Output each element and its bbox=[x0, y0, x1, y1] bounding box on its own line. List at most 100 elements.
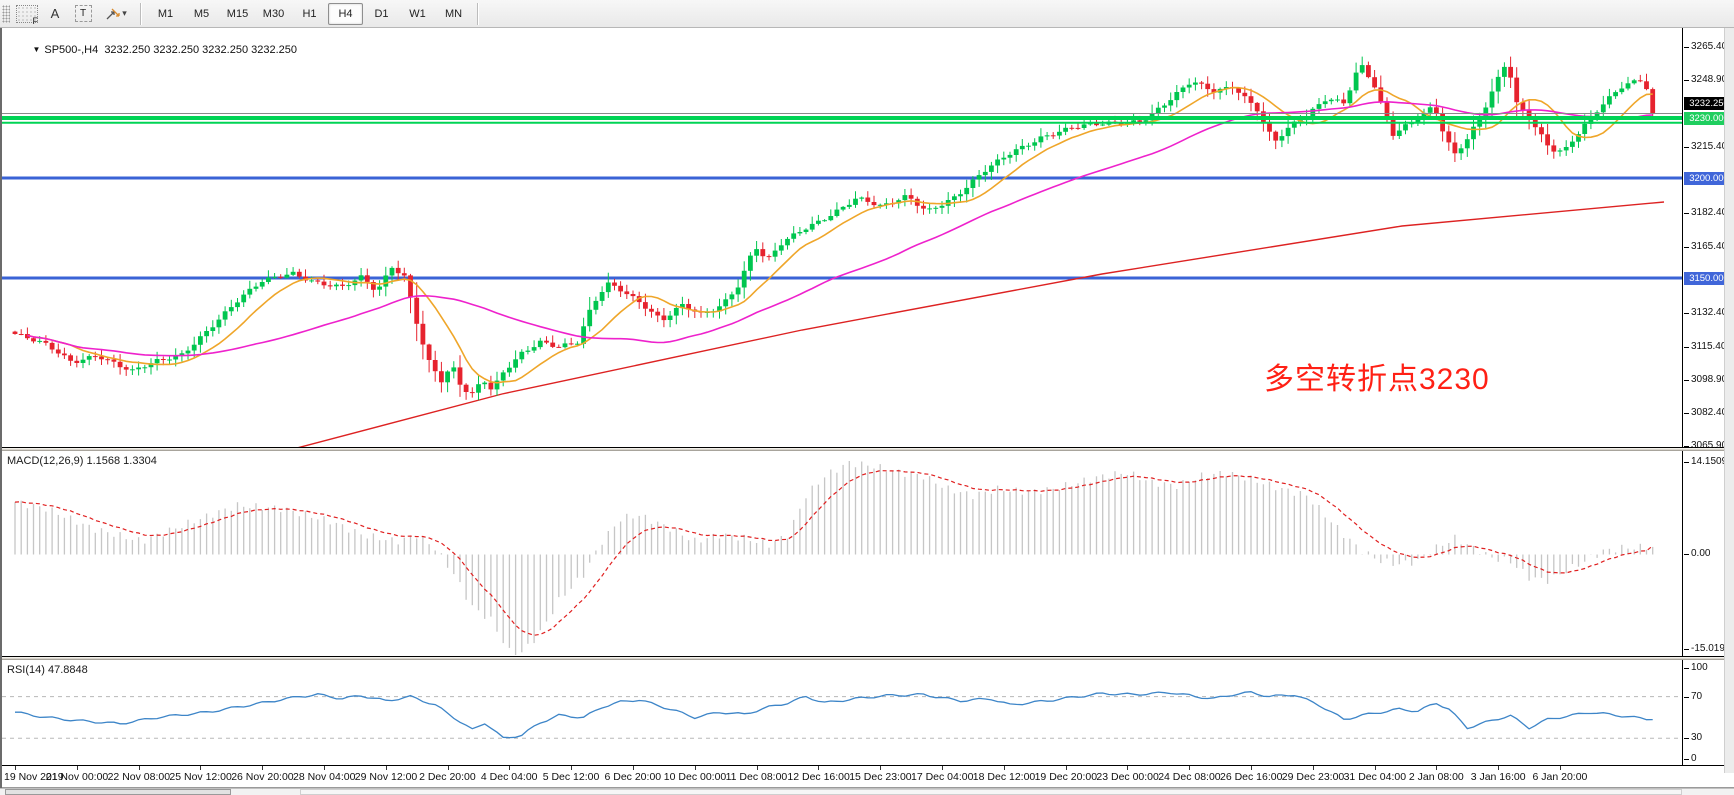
chevron-down-icon: ▾ bbox=[122, 8, 127, 19]
time-axis-tick bbox=[77, 766, 78, 770]
time-axis-tick bbox=[448, 766, 449, 770]
rsi-tick-label: 0 bbox=[1691, 753, 1697, 764]
time-axis-tick bbox=[633, 766, 634, 770]
rsi-tick-label: 100 bbox=[1691, 662, 1708, 673]
price-axis-line bbox=[1682, 28, 1683, 447]
time-axis-tick bbox=[695, 766, 696, 770]
scrollbar-track[interactable] bbox=[300, 789, 1682, 795]
time-axis-tick bbox=[139, 766, 140, 770]
timeframe-button-M1[interactable]: M1 bbox=[148, 3, 183, 25]
macd-tick-label: 0.00 bbox=[1691, 548, 1710, 559]
macd-chart[interactable] bbox=[2, 451, 1682, 656]
time-axis-label: 6 Dec 20:00 bbox=[605, 771, 662, 783]
font-tool-icon[interactable]: A bbox=[42, 2, 68, 26]
time-axis-label: 19 Dec 20:00 bbox=[1035, 771, 1097, 783]
time-axis-label: 26 Nov 20:00 bbox=[231, 771, 293, 783]
timeframe-button-H4[interactable]: H4 bbox=[328, 3, 363, 25]
timeframe-button-M5[interactable]: M5 bbox=[184, 3, 219, 25]
time-axis-tick bbox=[15, 766, 16, 770]
rsi-chart[interactable] bbox=[2, 660, 1682, 765]
macd-signal-line bbox=[15, 471, 1653, 636]
time-axis-tick bbox=[262, 766, 263, 770]
text-label-tool-icon[interactable]: T bbox=[70, 2, 96, 26]
symbol-ohlc-label: ▼SP500-,H4 3232.250 3232.250 3232.250 32… bbox=[8, 32, 297, 68]
timeframe-button-M30[interactable]: M30 bbox=[256, 3, 291, 25]
time-axis-label: 28 Nov 04:00 bbox=[293, 771, 355, 783]
ma-fast-line bbox=[27, 88, 1652, 383]
timeframe-button-M15[interactable]: M15 bbox=[220, 3, 255, 25]
ma-long-line bbox=[297, 202, 1664, 447]
time-axis-tick bbox=[386, 766, 387, 770]
rsi-axis-line bbox=[1682, 660, 1683, 765]
trading-terminal-window: F A T ▾ M1M5M15M30H1H4D1W1MN ▼SP500-,H4 … bbox=[0, 0, 1734, 795]
chart-window: ▼SP500-,H4 3232.250 3232.250 3232.250 32… bbox=[0, 28, 1734, 795]
timeframe-button-W1[interactable]: W1 bbox=[400, 3, 435, 25]
time-axis-tick bbox=[1251, 766, 1252, 770]
time-axis-tick bbox=[1375, 766, 1376, 770]
time-axis-tick bbox=[942, 766, 943, 770]
time-axis-tick bbox=[1004, 766, 1005, 770]
time-axis-label: 5 Dec 12:00 bbox=[543, 771, 600, 783]
price-chart-pane[interactable]: ▼SP500-,H4 3232.250 3232.250 3232.250 32… bbox=[2, 28, 1734, 448]
time-axis-label: 6 Jan 20:00 bbox=[1533, 771, 1588, 783]
macd-axis-line bbox=[1682, 451, 1683, 656]
toolbar-separator bbox=[140, 3, 142, 25]
time-axis-tick bbox=[200, 766, 201, 770]
time-axis-label: 12 Dec 16:00 bbox=[787, 771, 849, 783]
diagonal-arrows-icon bbox=[105, 7, 121, 21]
time-axis-label: 29 Dec 23:00 bbox=[1282, 771, 1344, 783]
time-axis-tick bbox=[818, 766, 819, 770]
time-axis-label: 24 Dec 08:00 bbox=[1158, 771, 1220, 783]
horizontal-scrollbar[interactable] bbox=[0, 788, 1734, 795]
rsi-tick-label: 70 bbox=[1691, 691, 1702, 702]
time-axis-tick bbox=[1189, 766, 1190, 770]
time-axis-label: 21 Nov 00:00 bbox=[46, 771, 108, 783]
time-axis-label: 23 Dec 00:00 bbox=[1096, 771, 1158, 783]
time-axis-tick bbox=[509, 766, 510, 770]
timeframe-button-MN[interactable]: MN bbox=[436, 3, 471, 25]
macd-indicator-pane[interactable]: MACD(12,26,9) 1.1568 1.3304 14.1509 0.00 -… bbox=[2, 451, 1734, 657]
timeframe-button-group: M1M5M15M30H1H4D1W1MN bbox=[148, 3, 471, 25]
time-axis-label: 18 Dec 12:00 bbox=[973, 771, 1035, 783]
time-axis-label: 11 Dec 08:00 bbox=[726, 771, 788, 783]
scrollbar-thumb[interactable] bbox=[5, 789, 231, 795]
time-axis-label: 10 Dec 00:00 bbox=[664, 771, 726, 783]
rsi-line bbox=[15, 692, 1653, 738]
time-axis-tick bbox=[757, 766, 758, 770]
time-axis-tick bbox=[1066, 766, 1067, 770]
time-axis-label: 2 Jan 08:00 bbox=[1409, 771, 1464, 783]
time-axis-label: 3 Jan 16:00 bbox=[1471, 771, 1526, 783]
time-axis-label: 17 Dec 04:00 bbox=[911, 771, 973, 783]
time-axis-label: 29 Nov 12:00 bbox=[355, 771, 417, 783]
time-axis-tick bbox=[1127, 766, 1128, 770]
ma-slow-line bbox=[27, 102, 1652, 356]
time-axis-tick bbox=[1560, 766, 1561, 770]
time-axis-tick bbox=[324, 766, 325, 770]
indicator-frame-icon[interactable]: F bbox=[14, 2, 40, 26]
timeframe-button-D1[interactable]: D1 bbox=[364, 3, 399, 25]
time-axis-label: 26 Dec 16:00 bbox=[1220, 771, 1282, 783]
time-axis-tick bbox=[571, 766, 572, 770]
time-axis-tick bbox=[1498, 766, 1499, 770]
time-axis-tick bbox=[1313, 766, 1314, 770]
time-axis[interactable]: 19 Nov 201921 Nov 00:0022 Nov 08:0025 No… bbox=[2, 766, 1734, 788]
drawing-tools-icon[interactable]: ▾ bbox=[98, 2, 134, 26]
rsi-label: RSI(14) 47.8848 bbox=[7, 664, 88, 676]
timeframe-button-H1[interactable]: H1 bbox=[292, 3, 327, 25]
time-axis-tick bbox=[880, 766, 881, 770]
macd-tick-label: 14.1509 bbox=[1691, 456, 1727, 467]
toolbar-grip[interactable] bbox=[2, 5, 10, 23]
toolbar-separator bbox=[477, 3, 479, 25]
time-axis-label: 31 Dec 04:00 bbox=[1344, 771, 1406, 783]
macd-tick-label: -15.019 bbox=[1691, 643, 1725, 654]
rsi-tick-label: 30 bbox=[1691, 732, 1702, 743]
time-axis-tick bbox=[1436, 766, 1437, 770]
macd-label: MACD(12,26,9) 1.1568 1.3304 bbox=[7, 455, 157, 467]
right-window-gutter bbox=[1724, 28, 1734, 773]
time-axis-label: 4 Dec 04:00 bbox=[481, 771, 538, 783]
rsi-indicator-pane[interactable]: RSI(14) 47.8848 100 70 30 0 bbox=[2, 660, 1734, 766]
chevron-down-icon[interactable]: ▼ bbox=[32, 45, 40, 54]
chart-annotation-text: 多空转折点3230 bbox=[1264, 354, 1490, 398]
time-axis-label: 22 Nov 08:00 bbox=[108, 771, 170, 783]
time-axis-label: 25 Nov 12:00 bbox=[169, 771, 231, 783]
